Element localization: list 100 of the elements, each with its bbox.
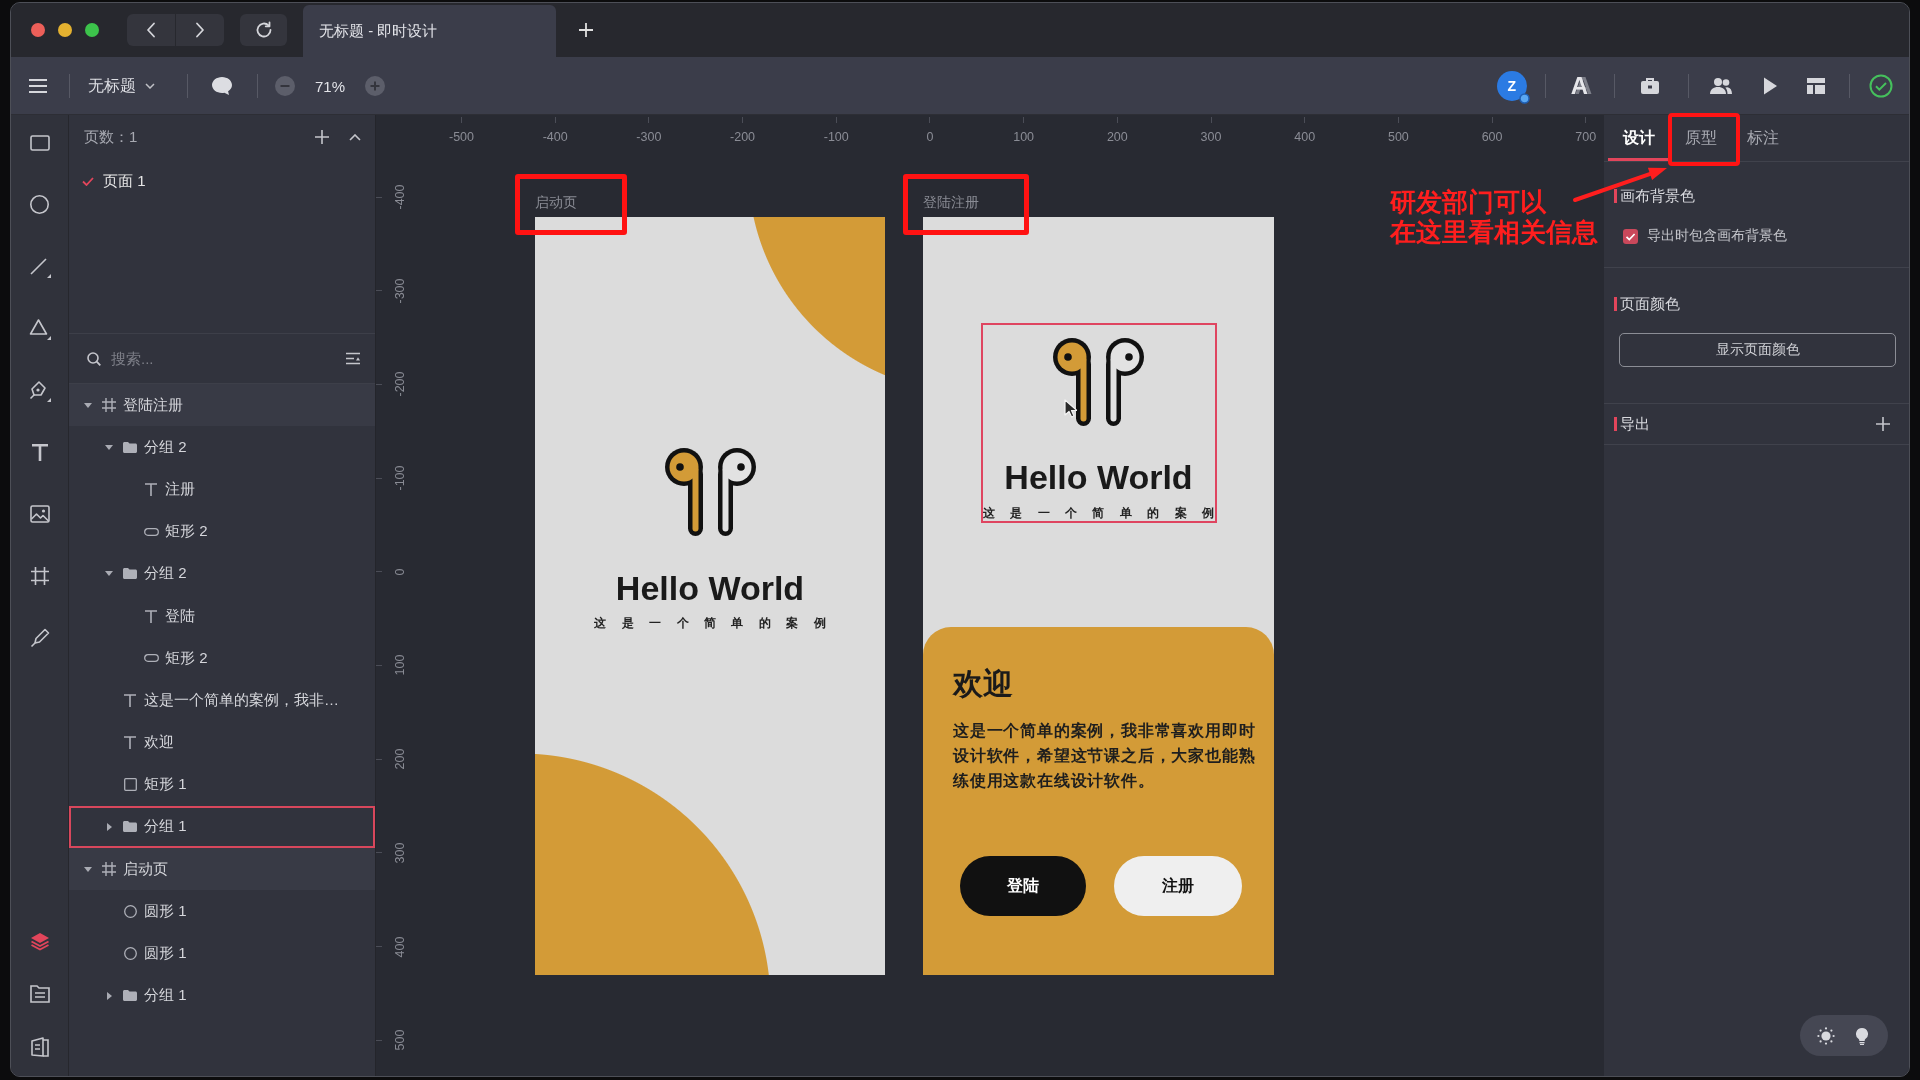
layer-item[interactable]: 矩形 2 xyxy=(69,637,375,680)
inspector-tab[interactable]: 标注 xyxy=(1732,115,1794,161)
search-field[interactable]: 搜索... xyxy=(111,347,345,370)
layout-icon[interactable] xyxy=(1806,77,1826,95)
pen-tool-icon[interactable] xyxy=(28,379,51,402)
image-tool-icon[interactable] xyxy=(29,505,50,524)
artboard-label[interactable]: 启动页 xyxy=(535,192,577,212)
section-marker xyxy=(1614,189,1617,203)
comment-icon[interactable] xyxy=(211,76,233,96)
layer-item[interactable]: 欢迎 xyxy=(69,721,375,764)
book-icon[interactable] xyxy=(29,1036,50,1057)
layer-item[interactable]: 圆形 1 xyxy=(69,890,375,933)
sun-icon[interactable] xyxy=(1817,1026,1835,1045)
layer-item[interactable]: 注册 xyxy=(69,468,375,511)
ruler-label: 0 xyxy=(926,129,934,145)
section-title: 画布背景色 xyxy=(1620,186,1695,206)
section-title: 页面颜色 xyxy=(1620,294,1680,314)
welcome-text: 这是一个简单的案例，我非常喜欢用即时设计软件，希望这节课之后，大家也能熟练使用这款在线设计软件。 xyxy=(953,721,1257,791)
layer-item[interactable]: 矩形 1 xyxy=(69,763,375,806)
layer-item[interactable]: 启动页 xyxy=(69,848,375,891)
layer-item[interactable]: 登陆注册 xyxy=(69,384,375,427)
welcome-heading: 欢迎 xyxy=(953,667,1014,701)
ruler-label: 200 xyxy=(1106,129,1128,145)
layer-item[interactable]: 这是一个简单的案例，我非… xyxy=(69,679,375,722)
caret-right-icon[interactable] xyxy=(106,822,112,831)
forward-button[interactable] xyxy=(176,14,224,46)
app-title: Hello World xyxy=(1004,457,1193,497)
minimize-window-button[interactable] xyxy=(58,23,72,37)
line-tool-icon[interactable] xyxy=(28,255,51,278)
triangle-tool-icon[interactable] xyxy=(28,317,51,340)
ruler-label: -200 xyxy=(392,371,408,397)
maximize-window-button[interactable] xyxy=(85,23,99,37)
play-icon[interactable] xyxy=(1762,76,1778,96)
search-icon xyxy=(87,351,101,366)
layer-item[interactable]: 登陆 xyxy=(69,594,375,638)
folder-icon xyxy=(123,568,137,580)
user-avatar[interactable]: Z xyxy=(1496,71,1527,101)
caret-down-icon[interactable] xyxy=(105,571,113,577)
layer-item[interactable]: 分组 2 xyxy=(69,426,375,469)
layer-item[interactable]: 圆形 1 xyxy=(69,932,375,975)
check-circle-icon[interactable] xyxy=(1869,74,1893,98)
caret-down-icon[interactable] xyxy=(84,402,92,408)
login-button[interactable]: 登陆 xyxy=(960,856,1086,916)
app-tagline: 这 是 一 个 简 单 的 案 例 xyxy=(594,615,826,631)
reload-button[interactable] xyxy=(240,14,287,46)
ruler-label: 600 xyxy=(1481,129,1503,145)
status-dot-icon xyxy=(1518,93,1530,104)
new-tab-icon[interactable] xyxy=(578,22,594,38)
caret-down-icon[interactable] xyxy=(84,866,92,872)
layer-item[interactable]: 分组 1 xyxy=(69,805,375,849)
briefcase-icon[interactable] xyxy=(1640,77,1660,95)
logo-group[interactable]: Hello World 这 是 一 个 简 单 的 案 例 xyxy=(980,323,1217,523)
inspector-tab[interactable]: 原型 xyxy=(1670,115,1732,161)
ruler-label: -400 xyxy=(392,184,408,210)
text-tool-icon[interactable] xyxy=(30,443,49,462)
frame-tool-icon[interactable] xyxy=(29,566,50,587)
collapse-caret-icon[interactable] xyxy=(349,133,361,141)
file-menu[interactable]: 无标题 xyxy=(88,75,155,97)
folder-icon xyxy=(123,441,137,453)
ruler-label: 200 xyxy=(392,748,408,770)
annotation-text: 研发部门可以 在这里看相关信息 xyxy=(1390,187,1598,247)
show-page-color-button[interactable]: 显示页面颜色 xyxy=(1619,333,1896,367)
inspector-tab[interactable]: 设计 xyxy=(1608,115,1670,161)
register-button[interactable]: 注册 xyxy=(1114,856,1242,916)
add-icon[interactable] xyxy=(1876,417,1890,431)
cursor-icon xyxy=(1063,399,1077,418)
reload-icon xyxy=(254,21,273,39)
caret-right-icon[interactable] xyxy=(106,991,112,1000)
back-button[interactable] xyxy=(127,14,175,46)
ruler-label: -500 xyxy=(449,129,474,145)
add-page-icon[interactable] xyxy=(315,130,329,144)
frame-icon xyxy=(102,862,116,877)
lightbulb-icon[interactable] xyxy=(1855,1026,1869,1045)
folder-icon xyxy=(123,990,137,1002)
artboard-label[interactable]: 登陆注册 xyxy=(923,192,979,212)
menu-icon[interactable] xyxy=(28,78,48,94)
circle-icon xyxy=(123,947,137,961)
layers-icon[interactable] xyxy=(29,932,50,952)
text-layer-icon xyxy=(145,609,157,623)
frame-icon xyxy=(102,398,116,413)
section-title: 导出 xyxy=(1620,414,1650,434)
sort-icon[interactable] xyxy=(345,352,361,365)
ruler-label: 0 xyxy=(392,568,408,576)
ruler-label: -400 xyxy=(542,129,568,145)
document-tab[interactable]: 无标题 - 即时设计 xyxy=(303,5,556,57)
layer-item[interactable]: 分组 1 xyxy=(69,974,375,1017)
caret-down-icon[interactable] xyxy=(105,444,113,450)
file-list-icon[interactable] xyxy=(29,985,50,1004)
font-button[interactable]: A xyxy=(1570,72,1588,100)
close-window-button[interactable] xyxy=(31,23,45,37)
page-item[interactable]: 页面 1 xyxy=(69,161,375,201)
rectangle-tool-icon[interactable] xyxy=(29,134,50,151)
ellipse-tool-icon[interactable] xyxy=(30,195,49,215)
pencil-tool-icon[interactable] xyxy=(29,628,50,649)
ruler-label: 700 xyxy=(1575,129,1597,145)
layer-item[interactable]: 矩形 2 xyxy=(69,510,375,553)
layer-item[interactable]: 分组 2 xyxy=(69,552,375,595)
people-icon[interactable] xyxy=(1709,77,1733,95)
checkbox[interactable] xyxy=(1623,228,1638,244)
ruler-label: -300 xyxy=(636,129,662,145)
